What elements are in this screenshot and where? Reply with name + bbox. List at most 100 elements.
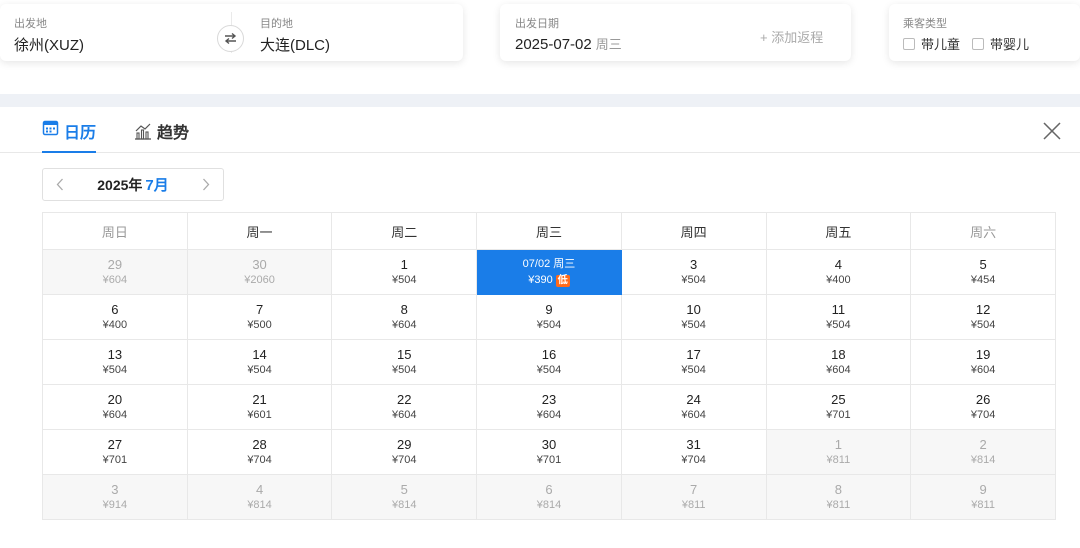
day-price-text: ¥811 <box>681 499 706 511</box>
calendar-day-cell[interactable]: 1 ¥811 <box>765 429 912 475</box>
calendar-day-cell[interactable]: 7 ¥811 <box>620 474 767 520</box>
calendar-day-cell[interactable]: 7 ¥500 <box>186 294 333 340</box>
calendar-day-cell[interactable]: 12 ¥504 <box>910 294 1056 340</box>
day-price: ¥604 <box>43 273 187 287</box>
day-price: ¥704 <box>622 453 766 467</box>
day-price-text: ¥604 <box>826 364 851 376</box>
calendar-week-row: 6 ¥400 7 ¥500 8 ¥604 9 ¥504 10 ¥504 11 ¥504 12 ¥504 <box>42 294 1056 340</box>
calendar-day-cell[interactable]: 9 ¥811 <box>910 474 1056 520</box>
calendar-day-cell[interactable]: 17 ¥504 <box>620 339 767 385</box>
calendar-day-cell[interactable]: 28 ¥704 <box>186 429 333 475</box>
calendar-day-cell-selected[interactable]: 07/02 周三 ¥390 低 <box>476 249 622 295</box>
close-button[interactable] <box>1041 120 1063 142</box>
day-price: ¥704 <box>911 408 1055 422</box>
day-number: 29 <box>107 257 123 272</box>
day-price-text: ¥704 <box>247 454 272 466</box>
weekday-thu: 周四 <box>620 212 767 250</box>
origin-value[interactable]: 徐州(XUZ) <box>14 34 84 55</box>
day-price-text: ¥454 <box>970 274 996 286</box>
day-price: ¥814 <box>188 498 332 512</box>
destination-field[interactable]: 目的地 大连(DLC) <box>260 15 330 55</box>
day-price: ¥704 <box>332 453 476 467</box>
calendar-day-cell[interactable]: 15 ¥504 <box>331 339 478 385</box>
day-price: ¥701 <box>477 453 621 467</box>
day-number: 28 <box>252 437 267 452</box>
calendar-day-cell[interactable]: 27 ¥701 <box>42 429 188 475</box>
calendar-week-row: 20 ¥604 21 ¥601 22 ¥604 23 ¥604 24 ¥604 25 ¥701 26 ¥7… <box>42 384 1056 430</box>
calendar-day-cell[interactable]: 20 ¥604 <box>42 384 188 430</box>
day-price: ¥811 <box>767 498 911 512</box>
day-number: 16 <box>541 347 557 362</box>
calendar-day-cell[interactable]: 29 ¥604 <box>42 249 188 295</box>
calendar-day-cell[interactable]: 3 ¥504 <box>620 249 767 295</box>
day-price: ¥504 <box>622 273 766 287</box>
calendar-day-cell[interactable]: 23 ¥604 <box>476 384 622 430</box>
day-price-text: ¥504 <box>681 364 706 376</box>
chevron-right-icon <box>203 178 210 191</box>
calendar-day-cell[interactable]: 30 ¥2060 <box>186 249 333 295</box>
search-bar: 出发地 徐州(XUZ) 目的地 大连(DLC) 出发日期 2025-07-02 周… <box>0 0 1080 94</box>
origin-field[interactable]: 出发地 徐州(XUZ) <box>14 15 84 55</box>
day-price-text: ¥701 <box>826 409 851 421</box>
tab-trend[interactable]: 趋势 <box>134 119 189 143</box>
calendar-day-cell[interactable]: 18 ¥604 <box>765 339 912 385</box>
day-price-text: ¥504 <box>536 319 562 331</box>
day-number: 07/02 周三 <box>522 258 576 270</box>
calendar-day-cell[interactable]: 11 ¥504 <box>765 294 912 340</box>
calendar-day-cell[interactable]: 13 ¥504 <box>42 339 188 385</box>
calendar-day-cell[interactable]: 3 ¥914 <box>42 474 188 520</box>
calendar-day-cell[interactable]: 31 ¥704 <box>620 429 767 475</box>
calendar-day-cell[interactable]: 21 ¥601 <box>186 384 333 430</box>
calendar-day-cell[interactable]: 4 ¥400 <box>765 249 912 295</box>
calendar-day-cell[interactable]: 2 ¥814 <box>910 429 1056 475</box>
tab-calendar[interactable]: 日历 <box>42 119 97 153</box>
calendar-day-cell[interactable]: 6 ¥400 <box>42 294 188 340</box>
depart-date-value[interactable]: 2025-07-02 周三 <box>515 34 622 53</box>
passenger-type-label: 乘客类型 <box>903 18 947 30</box>
calendar-day-cell[interactable]: 25 ¥701 <box>765 384 912 430</box>
calendar-day-cell[interactable]: 16 ¥504 <box>476 339 622 385</box>
tab-bar: 日历 趋势 <box>0 107 1080 153</box>
checkbox-box[interactable] <box>972 37 985 50</box>
calendar-day-cell[interactable]: 29 ¥704 <box>331 429 478 475</box>
calendar-icon <box>42 120 59 136</box>
checkbox-box[interactable] <box>903 37 915 50</box>
day-price: ¥504 <box>477 318 621 332</box>
calendar-day-cell[interactable]: 8 ¥811 <box>765 474 912 520</box>
day-number: 3 <box>690 257 698 272</box>
day-price-text: ¥811 <box>971 499 995 511</box>
calendar-day-cell[interactable]: 30 ¥701 <box>476 429 622 475</box>
weekday-sun: 周日 <box>42 212 188 250</box>
depart-date-field[interactable]: 出发日期 2025-07-02 周三 <box>515 15 622 53</box>
day-number: 9 <box>979 482 987 497</box>
calendar-day-cell[interactable]: 19 ¥604 <box>910 339 1056 385</box>
calendar-day-cell[interactable]: 26 ¥704 <box>910 384 1056 430</box>
calendar-day-cell[interactable]: 9 ¥504 <box>476 294 622 340</box>
calendar-day-cell[interactable]: 22 ¥604 <box>331 384 478 430</box>
calendar-day-cell[interactable]: 5 ¥814 <box>331 474 478 520</box>
with-infant-checkbox[interactable]: 带婴儿 <box>972 34 1029 53</box>
with-child-checkbox[interactable]: 带儿童 <box>903 34 960 53</box>
day-number: 9 <box>545 302 553 317</box>
day-number: 25 <box>831 392 846 407</box>
swap-button[interactable] <box>217 25 244 52</box>
destination-value[interactable]: 大连(DLC) <box>260 34 330 55</box>
calendar-day-cell[interactable]: 8 ¥604 <box>331 294 478 340</box>
calendar-day-cell[interactable]: 5 ¥454 <box>910 249 1056 295</box>
day-price-text: ¥2060 <box>244 274 275 286</box>
calendar-day-cell[interactable]: 1 ¥504 <box>331 249 478 295</box>
day-number: 10 <box>686 302 701 317</box>
add-return-button[interactable]: + 添加返程 <box>760 27 823 46</box>
day-number: 6 <box>111 302 119 317</box>
next-month-button[interactable] <box>189 169 223 200</box>
day-price: ¥504 <box>188 363 332 377</box>
day-price-text: ¥704 <box>392 454 417 466</box>
calendar-day-cell[interactable]: 14 ¥504 <box>186 339 333 385</box>
calendar-day-cell[interactable]: 4 ¥814 <box>186 474 333 520</box>
calendar-day-cell[interactable]: 6 ¥814 <box>476 474 622 520</box>
calendar-day-cell[interactable]: 10 ¥504 <box>620 294 767 340</box>
weekday-mon: 周一 <box>186 212 333 250</box>
prev-month-button[interactable] <box>43 169 77 200</box>
day-price-text: ¥504 <box>392 274 417 286</box>
calendar-day-cell[interactable]: 24 ¥604 <box>620 384 767 430</box>
